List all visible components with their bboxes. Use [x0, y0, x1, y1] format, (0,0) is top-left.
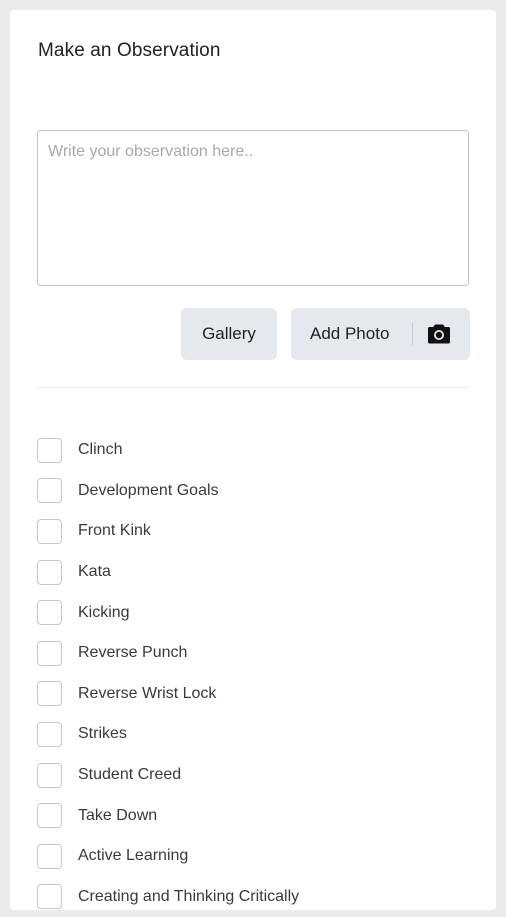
tag-checklist: Clinch Development Goals Front Kink Kata Kic…	[37, 430, 469, 917]
tag-label: Student Creed	[78, 766, 182, 784]
add-photo-button[interactable]: Add Photo	[291, 308, 470, 360]
tag-checkbox[interactable]	[37, 518, 62, 544]
gallery-button[interactable]: Gallery	[181, 308, 277, 360]
tag-label: Active Learning	[78, 847, 189, 865]
observation-card: Make an Observation Gallery Add Photo Cl…	[10, 10, 496, 910]
tag-label: Development Goals	[78, 481, 219, 499]
tag-checkbox[interactable]	[37, 721, 62, 747]
tag-label: Kicking	[78, 603, 130, 621]
tag-item[interactable]: Reverse Wrist Lock	[37, 674, 469, 715]
tag-checkbox[interactable]	[37, 478, 62, 504]
tag-checkbox[interactable]	[37, 762, 62, 788]
tag-label: Front Kink	[78, 522, 151, 540]
section-divider	[37, 387, 469, 388]
tag-item[interactable]: Take Down	[37, 795, 469, 836]
tag-item[interactable]: Front Kink	[37, 511, 469, 552]
tag-item[interactable]: Strikes	[37, 714, 469, 755]
tag-label: Take Down	[78, 806, 158, 824]
page-title: Make an Observation	[38, 40, 221, 61]
tag-item[interactable]: Reverse Punch	[37, 633, 469, 674]
tag-item[interactable]: Clinch	[37, 430, 469, 471]
tag-item[interactable]: Development Goals	[37, 471, 469, 512]
tag-checkbox[interactable]	[37, 559, 62, 585]
tag-checkbox[interactable]	[37, 843, 62, 869]
tag-item[interactable]: Kata	[37, 552, 469, 593]
tag-checkbox[interactable]	[37, 884, 62, 910]
tag-checkbox[interactable]	[37, 437, 62, 463]
tag-checkbox[interactable]	[37, 640, 62, 666]
tag-label: Kata	[78, 563, 111, 581]
tag-item[interactable]: Kicking	[37, 592, 469, 633]
tag-checkbox[interactable]	[37, 681, 62, 707]
observation-input[interactable]	[37, 130, 469, 286]
add-photo-button-label: Add Photo	[310, 324, 390, 343]
tag-label: Strikes	[78, 725, 127, 743]
gallery-button-label: Gallery	[202, 324, 256, 343]
tag-label: Creating and Thinking Critically	[78, 887, 300, 905]
tag-item[interactable]: Creating and Thinking Critically	[37, 877, 469, 917]
tag-label: Reverse Punch	[78, 644, 188, 662]
tag-label: Reverse Wrist Lock	[78, 684, 217, 702]
tag-checkbox[interactable]	[37, 600, 62, 626]
tag-item[interactable]: Active Learning	[37, 836, 469, 877]
tag-checkbox[interactable]	[37, 803, 62, 829]
tag-label: Clinch	[78, 441, 123, 459]
tag-item[interactable]: Student Creed	[37, 755, 469, 796]
button-divider	[412, 323, 413, 345]
camera-icon	[428, 324, 450, 344]
